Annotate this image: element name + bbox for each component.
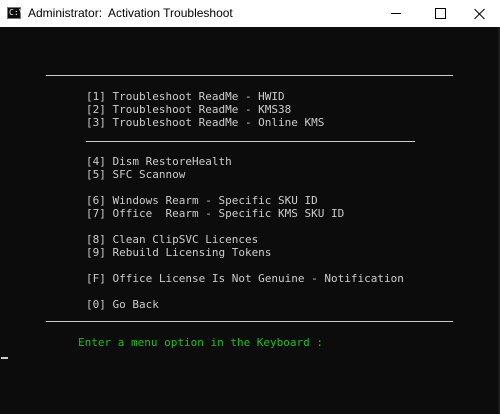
- minimize-icon: [391, 13, 401, 14]
- cmd-icon-label: C:\: [9, 8, 24, 17]
- console-output[interactable]: [1] Troubleshoot ReadMe - HWID [2] Troub…: [0, 27, 500, 414]
- menu-item-5: [5] SFC Scannow: [86, 168, 186, 181]
- close-button[interactable]: [460, 0, 500, 27]
- minimize-button[interactable]: [376, 0, 416, 27]
- separator-bottom: [46, 321, 453, 322]
- close-icon: [474, 8, 486, 20]
- console-window: C:\ Administrator: Activation Troublesho…: [0, 0, 500, 414]
- input-prompt: Enter a menu option in the Keyboard :: [78, 336, 324, 349]
- menu-item-4: [4] Dism RestoreHealth: [86, 155, 232, 168]
- window-title: Administrator: Activation Troubleshoot: [28, 6, 233, 20]
- menu-item-3: [3] Troubleshoot ReadMe - Online KMS: [86, 116, 325, 129]
- cmd-icon: C:\: [7, 7, 24, 19]
- maximize-icon: [434, 8, 446, 19]
- menu-item-0: [0] Go Back: [86, 298, 159, 311]
- menu-item-8: [8] Clean ClipSVC Licences: [86, 233, 259, 246]
- separator-top: [46, 75, 453, 76]
- menu-item-1: [1] Troubleshoot ReadMe - HWID: [86, 90, 285, 103]
- text-cursor: [1, 357, 8, 359]
- menu-item-f: [F] Office License Is Not Genuine - Noti…: [86, 272, 404, 285]
- menu-item-2: [2] Troubleshoot ReadMe - KMS38: [86, 103, 292, 116]
- menu-item-7: [7] Office Rearm - Specific KMS SKU ID: [86, 207, 345, 220]
- maximize-button[interactable]: [420, 0, 460, 27]
- separator-middle: [86, 141, 415, 142]
- title-bar[interactable]: C:\ Administrator: Activation Troublesho…: [0, 0, 500, 27]
- menu-item-6: [6] Windows Rearm - Specific SKU ID: [86, 194, 318, 207]
- menu-item-9: [9] Rebuild Licensing Tokens: [86, 246, 272, 259]
